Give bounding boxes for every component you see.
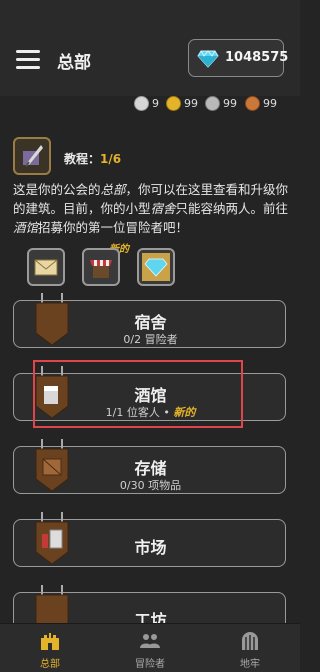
tutorial-highlight-box (33, 360, 243, 428)
resource-silver: 99 (205, 95, 237, 111)
resource-copper: 99 (245, 95, 277, 111)
copper-coin-icon (245, 95, 260, 111)
tutorial-description: 这是你的公会的总部，你可以在这里查看和升级你的建筑。目前，你的小型宿舍只能容纳两… (13, 182, 289, 235)
tab-adventurers[interactable]: 冒险者 (100, 624, 200, 672)
diamond-reward-icon[interactable] (137, 248, 175, 286)
building-status: 0/30 项物品 (119, 479, 182, 492)
people-icon (140, 634, 160, 648)
tavern-shop-icon[interactable] (82, 248, 120, 286)
building-dormitory[interactable]: 宿舍 0/2 冒险者 (13, 293, 286, 348)
gem-count: 1048575 (225, 50, 289, 65)
tutorial-quill-icon[interactable] (13, 137, 51, 175)
castle-icon (41, 633, 59, 650)
gold-coin-icon (166, 95, 181, 111)
bottom-nav: 总部 冒险者 地牢 (0, 623, 300, 672)
top-app-bar: 总部 1048575 (0, 28, 300, 96)
page-title: 总部 (57, 53, 91, 73)
tab-dungeon[interactable]: 地牢 (200, 624, 300, 672)
silver-coin-icon (205, 95, 220, 111)
resource-gold: 99 (166, 95, 198, 111)
building-name: 市场 (134, 538, 167, 557)
tab-headquarters[interactable]: 总部 (0, 624, 100, 672)
diamond-icon (197, 50, 219, 68)
letter-envelope-icon[interactable] (27, 248, 65, 286)
building-market[interactable]: 市场 (13, 512, 286, 567)
silver-skull-coin-icon (134, 95, 149, 111)
status-bar (0, 0, 300, 28)
menu-icon[interactable] (16, 50, 40, 69)
building-name: 存储 (134, 459, 167, 478)
building-name: 宿舍 (134, 313, 167, 332)
dungeon-gate-icon (242, 632, 258, 650)
tutorial-progress: 教程：1/6 (64, 152, 122, 166)
building-status: 0/2 冒险者 (123, 333, 178, 346)
resource-silver-skull: 9 (134, 95, 159, 111)
building-storage[interactable]: 存储 0/30 项物品 (13, 439, 286, 494)
gem-balance-button[interactable]: 1048575 (188, 39, 288, 77)
